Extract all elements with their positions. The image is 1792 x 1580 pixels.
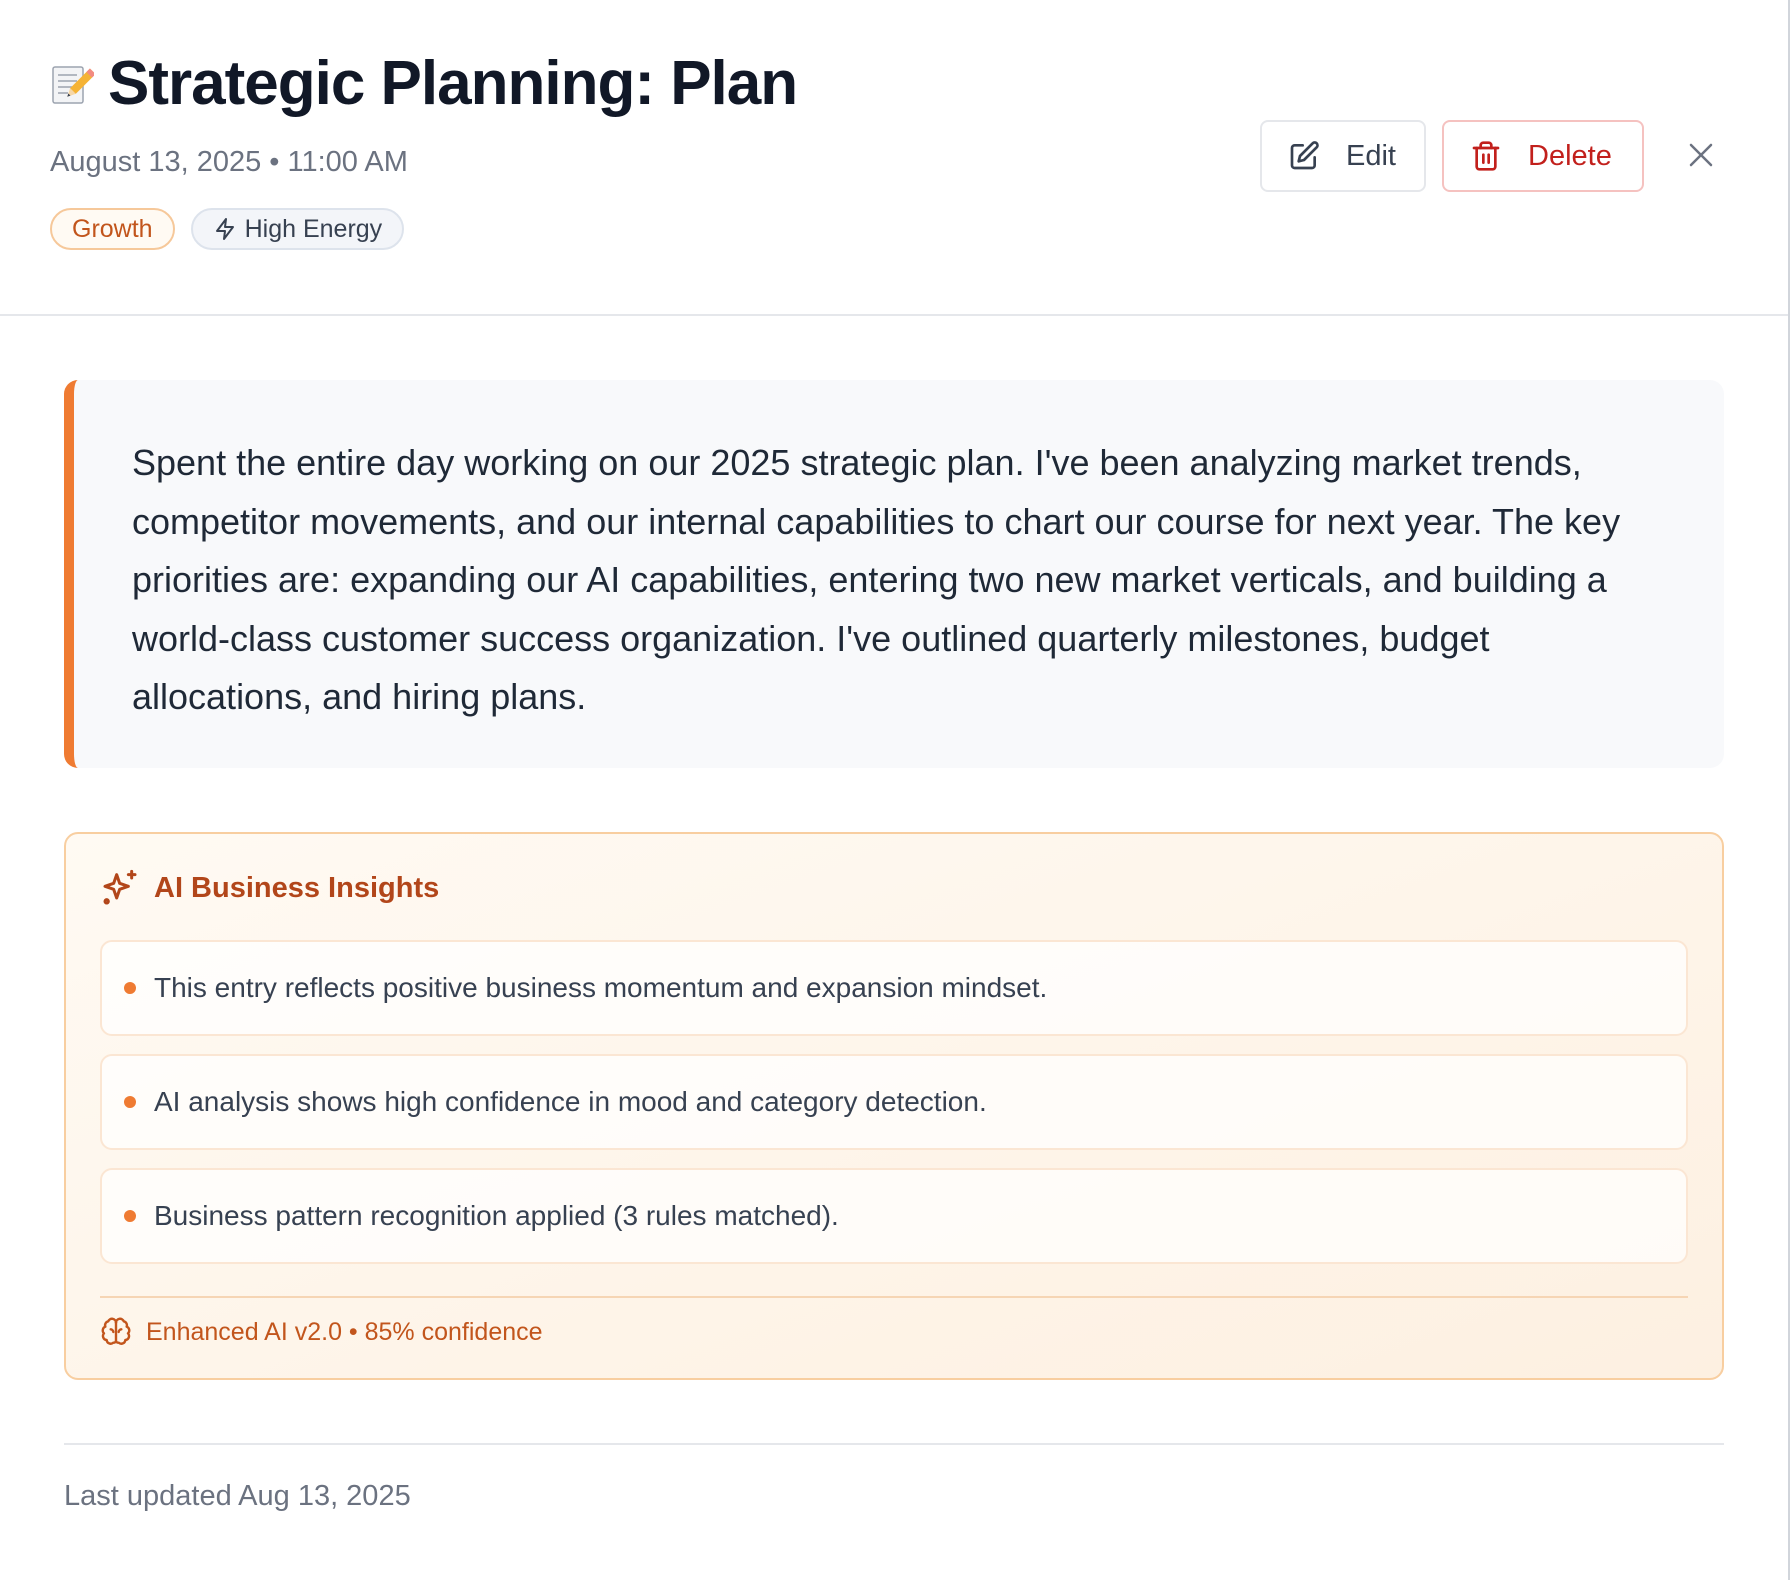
memo-icon [50, 62, 94, 106]
trash-icon [1472, 141, 1500, 171]
edit-icon [1290, 141, 1319, 170]
header-actions: Edit Delete [1260, 120, 1644, 192]
insight-item: AI analysis shows high confidence in moo… [100, 1054, 1688, 1150]
edit-button-label: Edit [1346, 139, 1396, 172]
bullet [124, 1096, 136, 1108]
edit-button[interactable]: Edit [1260, 120, 1426, 192]
bullet [124, 1210, 136, 1222]
insights-divider [100, 1296, 1688, 1298]
entry-content-text: Spent the entire day working on our 2025… [132, 442, 1621, 717]
ai-insights-panel: AI Business Insights This entry reflects… [64, 832, 1724, 1380]
footer-divider [64, 1443, 1724, 1445]
insights-title: AI Business Insights [154, 871, 440, 904]
insight-item: This entry reflects positive business mo… [100, 940, 1688, 1036]
energy-tag-label: High Energy [244, 214, 383, 243]
title-row: Strategic Planning: Plan [50, 48, 798, 119]
category-tag: Growth [50, 208, 175, 250]
brain-icon [101, 1317, 131, 1345]
page-title: Strategic Planning: Plan [108, 49, 798, 118]
energy-tag: High Energy [190, 208, 405, 250]
insight-text: AI analysis shows high confidence in moo… [154, 1086, 987, 1117]
category-tag-label: Growth [72, 214, 153, 243]
insight-item: Business pattern recognition applied (3 … [100, 1168, 1688, 1264]
last-updated: Last updated Aug 13, 2025 [64, 1480, 411, 1512]
entry-detail-modal: Strategic Planning: Plan August 13, 2025… [0, 0, 1790, 1580]
bullet [124, 982, 136, 994]
entry-content: Spent the entire day working on our 2025… [64, 380, 1724, 768]
insight-text: Business pattern recognition applied (3 … [154, 1200, 839, 1231]
insight-text: This entry reflects positive business mo… [154, 972, 1048, 1003]
insights-header: AI Business Insights [100, 868, 439, 908]
lightning-icon [215, 218, 234, 240]
close-icon[interactable] [1686, 140, 1716, 170]
entry-datetime: August 13, 2025 • 11:00 AM [50, 146, 408, 178]
insights-footer: Enhanced AI v2.0 • 85% confidence [100, 1316, 543, 1348]
tag-list: Growth High Energy [50, 208, 405, 250]
sparkles-icon [103, 869, 137, 905]
delete-button-label: Delete [1528, 139, 1612, 172]
insights-footer-text: Enhanced AI v2.0 • 85% confidence [146, 1317, 543, 1346]
delete-button[interactable]: Delete [1442, 120, 1644, 192]
modal-header: Strategic Planning: Plan August 13, 2025… [0, 0, 1788, 316]
